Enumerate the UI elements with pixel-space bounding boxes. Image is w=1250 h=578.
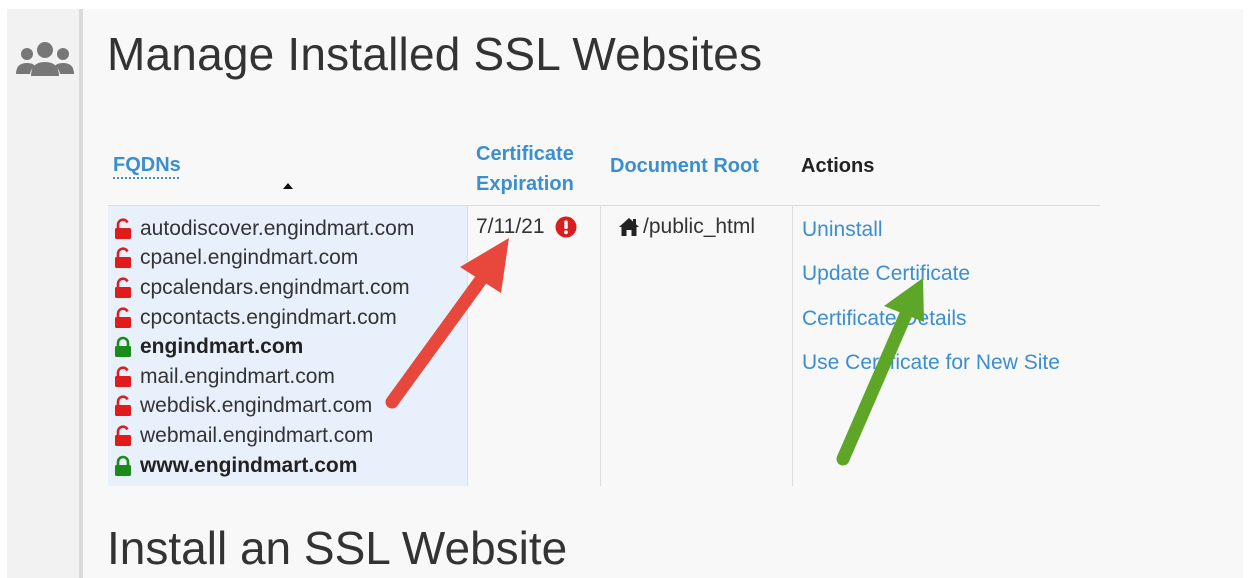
annotation-arrows <box>385 238 924 466</box>
green-annotation-arrow <box>836 278 924 466</box>
red-annotation-arrow <box>385 238 509 409</box>
